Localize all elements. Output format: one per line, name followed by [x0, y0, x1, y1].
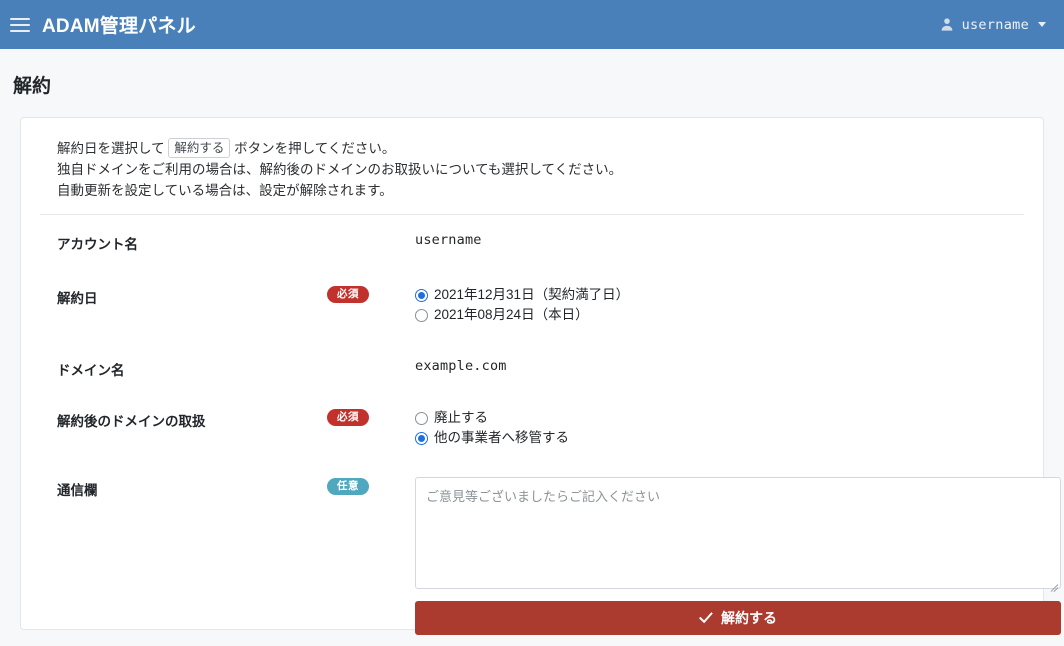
user-menu[interactable]: username: [940, 17, 1046, 33]
form-badge-comment: 任意: [327, 477, 415, 495]
radio-label: 廃止する: [434, 410, 488, 425]
radio-label: 2021年12月31日（契約満了日）: [434, 287, 630, 302]
intro-line-3: 自動更新を設定している場合は、設定が解除されます。: [57, 183, 393, 198]
brand-title[interactable]: ADAM管理パネル: [42, 11, 196, 38]
form-label-account: アカウント名: [57, 237, 138, 252]
radio-option-cancel-date-0[interactable]: 2021年12月31日（契約満了日）: [415, 285, 1025, 305]
page-title: 解約: [13, 76, 52, 97]
submit-cancel-button[interactable]: 解約する: [415, 601, 1061, 635]
form-value-comment: 解約する: [415, 477, 1061, 635]
form-badge-domain-handling: 必須: [327, 408, 415, 426]
form-row-account: アカウント名 username: [57, 231, 1025, 253]
form-value-account: username: [415, 231, 1025, 249]
radio-indicator[interactable]: [415, 308, 428, 322]
user-icon: [941, 18, 953, 31]
form-label-domain: ドメイン名: [57, 363, 125, 378]
account-name-value: username: [415, 232, 482, 248]
form-label-domain-handling: 解約後のドメインの取扱: [57, 414, 206, 429]
intro-line-2: 独自ドメインをご利用の場合は、解約後のドメインのお取扱いについても選択してくださ…: [57, 162, 623, 177]
hamburger-bar: [10, 17, 30, 20]
submit-button-label: 解約する: [721, 610, 777, 626]
radio-label: 2021年08月24日（本日）: [434, 307, 589, 322]
radio-option-domain-handling-1[interactable]: 他の事業者へ移管する: [415, 428, 1025, 448]
comment-textarea[interactable]: [415, 477, 1061, 589]
intro-line-1: 解約日を選択して 解約する ボタンを押してください。: [57, 138, 1025, 159]
section-divider: [40, 214, 1024, 215]
check-icon: [699, 612, 713, 624]
hamburger-bar: [10, 23, 30, 26]
required-badge: 必須: [327, 286, 369, 303]
navbar-left-group: ADAM管理パネル: [10, 11, 196, 38]
hamburger-icon[interactable]: [10, 17, 30, 33]
cancellation-form: アカウント名 username 解約日 必須 2021年12月31日（契約満了日…: [39, 231, 1061, 635]
main-card: 解約日を選択して 解約する ボタンを押してください。 独自ドメインをご利用の場合…: [20, 117, 1061, 635]
form-value-domain: example.com: [415, 357, 1025, 375]
form-row-cancel-date: 解約日 必須 2021年12月31日（契約満了日） 2021年08月24日（本日…: [57, 285, 1025, 325]
radio-option-cancel-date-1[interactable]: 2021年08月24日（本日）: [415, 305, 1025, 325]
form-value-cancel-date: 2021年12月31日（契約満了日） 2021年08月24日（本日）: [415, 285, 1025, 325]
required-badge: 必須: [327, 409, 369, 426]
form-row-domain-handling: 解約後のドメインの取扱 必須 廃止する 他の事業者へ移管する: [57, 408, 1025, 448]
radio-indicator[interactable]: [415, 288, 428, 302]
form-badge-slot: [327, 231, 415, 232]
form-row-comment: 通信欄 任意 解約する: [57, 477, 1061, 635]
form-badge-cancel-date: 必須: [327, 285, 415, 303]
inline-cancel-button-ref: 解約する: [168, 138, 231, 158]
radio-option-domain-handling-0[interactable]: 廃止する: [415, 408, 1025, 428]
intro-line-1-after: ボタンを押してください。: [234, 141, 396, 156]
intro-line-1-before: 解約日を選択して: [57, 141, 165, 156]
form-value-domain-handling: 廃止する 他の事業者へ移管する: [415, 408, 1025, 448]
chevron-down-icon[interactable]: [1038, 22, 1046, 27]
hamburger-bar: [10, 29, 30, 32]
radio-label: 他の事業者へ移管する: [434, 430, 569, 445]
comment-textarea-wrapper: [415, 477, 1061, 593]
optional-badge: 任意: [327, 478, 369, 495]
form-badge-slot: [327, 357, 415, 358]
top-navbar: ADAM管理パネル username: [0, 0, 1064, 49]
form-row-domain: ドメイン名 example.com: [57, 357, 1025, 379]
username-label: username: [961, 16, 1029, 33]
form-label-cancel-date: 解約日: [57, 291, 98, 306]
form-label-comment: 通信欄: [57, 483, 98, 498]
domain-name-value: example.com: [415, 358, 507, 374]
radio-indicator[interactable]: [415, 411, 428, 425]
radio-indicator[interactable]: [415, 431, 428, 445]
intro-text: 解約日を選択して 解約する ボタンを押してください。 独自ドメインをご利用の場合…: [39, 138, 1025, 201]
